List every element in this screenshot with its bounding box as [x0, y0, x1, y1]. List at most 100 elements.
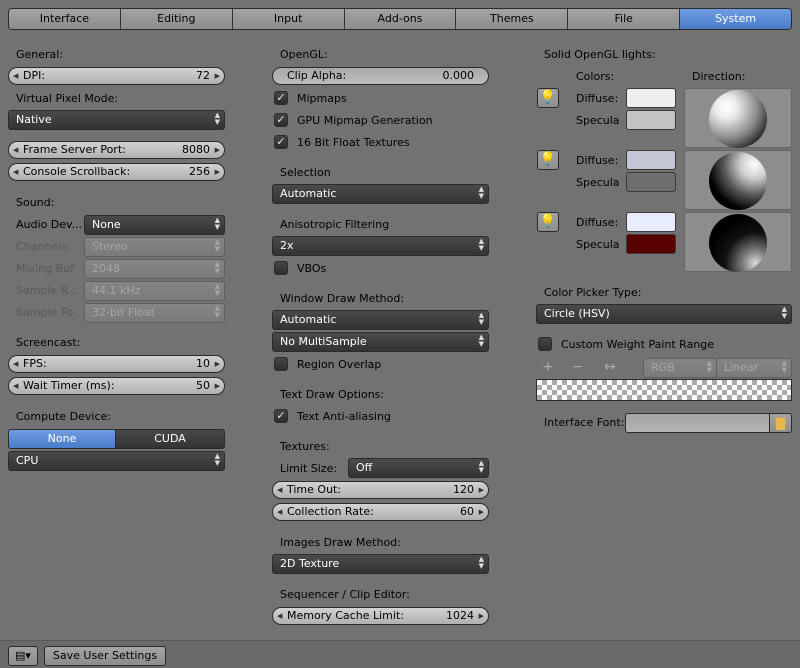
colors-heading: Colors: [576, 70, 615, 83]
save-user-settings-button[interactable]: Save User Settings [44, 646, 166, 666]
multisample-dropdown[interactable]: No MultiSample ▲ ▼ [272, 332, 489, 352]
virtual-pixel-mode-dropdown[interactable]: Native ▲ ▼ [8, 110, 225, 130]
textures-heading: Textures: [280, 440, 330, 453]
collection-rate-field[interactable]: ◀ Collection Rate: 60 ▶ [272, 503, 489, 521]
light-2-toggle[interactable]: 💡 [537, 150, 559, 170]
region-overlap-checkbox[interactable] [274, 357, 288, 371]
light-1-toggle[interactable]: 💡 [537, 88, 559, 108]
light-3-specular-swatch[interactable] [626, 234, 676, 254]
clip-alpha-slider[interactable]: Clip Alpha: 0.000 [272, 67, 489, 85]
tab-themes[interactable]: Themes [456, 9, 569, 29]
color-picker-heading: Color Picker Type: [544, 286, 642, 299]
tab-bar: Interface Editing Input Add-ons Themes F… [8, 8, 792, 30]
frame-server-port-field[interactable]: ◀ Frame Server Port: 8080 ▶ [8, 141, 225, 159]
fps-field[interactable]: ◀ FPS: 10 ▶ [8, 355, 225, 373]
anisotropic-heading: Anisotropic Filtering [280, 218, 390, 231]
light-1-diffuse-swatch[interactable] [626, 88, 676, 108]
memory-cache-field[interactable]: ◀ Memory Cache Limit: 1024 ▶ [272, 607, 489, 625]
ramp-add-icon: + [542, 359, 554, 375]
tab-input[interactable]: Input [232, 9, 345, 29]
increment-icon: ▶ [214, 382, 220, 390]
float-textures-checkbox[interactable]: ✓ [274, 135, 288, 149]
audio-device-dropdown[interactable]: None ▲ ▼ [84, 215, 225, 235]
text-antialiasing-checkbox[interactable]: ✓ [274, 409, 288, 423]
interface-font-input[interactable] [625, 413, 770, 433]
compute-device-value: CPU [16, 454, 39, 467]
frame-server-value: 8080 [182, 143, 210, 156]
light-3-toggle[interactable]: 💡 [537, 212, 559, 232]
compute-cuda-button[interactable]: CUDA [115, 429, 225, 449]
window-draw-dropdown[interactable]: Automatic ▲ ▼ [272, 310, 489, 330]
light-1-specular-swatch[interactable] [626, 110, 676, 130]
virtual-pixel-mode-heading: Virtual Pixel Mode: [16, 92, 119, 105]
mipmaps-checkbox[interactable]: ✓ [274, 91, 288, 105]
light-2-direction-sphere[interactable] [709, 152, 767, 210]
screencast-heading: Screencast: [16, 336, 81, 349]
console-scrollback-field[interactable]: ◀ Console Scrollback: 256 ▶ [8, 163, 225, 181]
sample-rate-dropdown: 44.1 kHz ▲ ▼ [84, 281, 225, 301]
limit-size-dropdown[interactable]: Off ▲ ▼ [348, 458, 489, 478]
float-textures-label: 16 Bit Float Textures [297, 136, 410, 149]
time-out-field[interactable]: ◀ Time Out: 120 ▶ [272, 481, 489, 499]
sample-rate-label: Sample R... [16, 284, 79, 297]
wait-timer-label: Wait Timer (ms): [23, 379, 115, 392]
decrement-icon: ◀ [277, 612, 283, 620]
compute-none-button[interactable]: None [8, 429, 116, 449]
compute-device-dropdown[interactable]: CPU ▲ ▼ [8, 451, 225, 471]
decrement-icon: ◀ [13, 168, 19, 176]
updown-arrow-icon: ▲ ▼ [214, 304, 220, 319]
updown-arrow-icon: ▲ ▼ [478, 311, 484, 326]
updown-arrow-icon: ▲ ▼ [214, 282, 220, 297]
anisotropic-dropdown[interactable]: 2x ▲ ▼ [272, 236, 489, 256]
light-3-diffuse-swatch[interactable] [626, 212, 676, 232]
gpu-mipmap-label: GPU Mipmap Generation [297, 114, 433, 127]
dpi-field[interactable]: ◀ DPI: 72 ▶ [8, 67, 225, 85]
light-2-diffuse-label: Diffuse: [576, 154, 619, 167]
sound-heading: Sound: [16, 196, 55, 209]
wait-timer-field[interactable]: ◀ Wait Timer (ms): 50 ▶ [8, 377, 225, 395]
collection-rate-value: 60 [460, 505, 474, 518]
images-draw-heading: Images Draw Method: [280, 536, 401, 549]
light-2-diffuse-swatch[interactable] [626, 150, 676, 170]
editor-type-button[interactable]: ▤▾ [8, 646, 38, 666]
decrement-icon: ◀ [277, 508, 283, 516]
direction-heading: Direction: [692, 70, 746, 83]
light-1-direction-sphere[interactable] [709, 90, 767, 148]
mixing-buffer-value: 2048 [92, 262, 120, 275]
light-1-specular-label: Specula [576, 114, 620, 127]
mipmaps-label: Mipmaps [297, 92, 347, 105]
fps-label: FPS: [23, 357, 47, 370]
editor-type-icon: ▤▾ [15, 649, 31, 662]
audio-device-label: Audio Dev... [16, 218, 83, 231]
light-3-direction-sphere[interactable] [709, 214, 767, 272]
increment-icon: ▶ [214, 360, 220, 368]
audio-device-value: None [92, 218, 121, 231]
updown-arrow-icon: ▲ ▼ [706, 359, 712, 374]
images-draw-dropdown[interactable]: 2D Texture ▲ ▼ [272, 554, 489, 574]
selection-dropdown[interactable]: Automatic ▲ ▼ [272, 184, 489, 204]
light-1-direction-panel[interactable] [684, 88, 792, 148]
tab-interface[interactable]: Interface [9, 9, 121, 29]
mixing-buffer-label: Mixing Buf [16, 262, 74, 275]
decrement-icon: ◀ [13, 146, 19, 154]
vbos-checkbox[interactable] [274, 261, 288, 275]
tab-system[interactable]: System [680, 9, 791, 29]
increment-icon: ▶ [478, 486, 484, 494]
color-picker-dropdown[interactable]: Circle (HSV) ▲ ▼ [536, 304, 792, 324]
decrement-icon: ◀ [277, 486, 283, 494]
folder-browse-icon[interactable]: ▇ [769, 413, 792, 433]
clip-alpha-label: Clip Alpha: [287, 69, 347, 82]
ramp-flip-icon: ↔ [604, 359, 616, 375]
sample-format-value: 32-bit Float [92, 306, 155, 319]
channels-label: Channels: [16, 240, 71, 253]
custom-weight-checkbox[interactable] [538, 337, 552, 351]
text-antialiasing-label: Text Anti-aliasing [297, 410, 391, 423]
light-2-direction-panel[interactable] [684, 150, 792, 210]
color-ramp-preview [536, 379, 792, 401]
light-2-specular-swatch[interactable] [626, 172, 676, 192]
gpu-mipmap-checkbox[interactable]: ✓ [274, 113, 288, 127]
light-3-direction-panel[interactable] [684, 212, 792, 272]
tab-file[interactable]: File [568, 9, 681, 29]
tab-addons[interactable]: Add-ons [344, 9, 457, 29]
tab-editing[interactable]: Editing [120, 9, 233, 29]
